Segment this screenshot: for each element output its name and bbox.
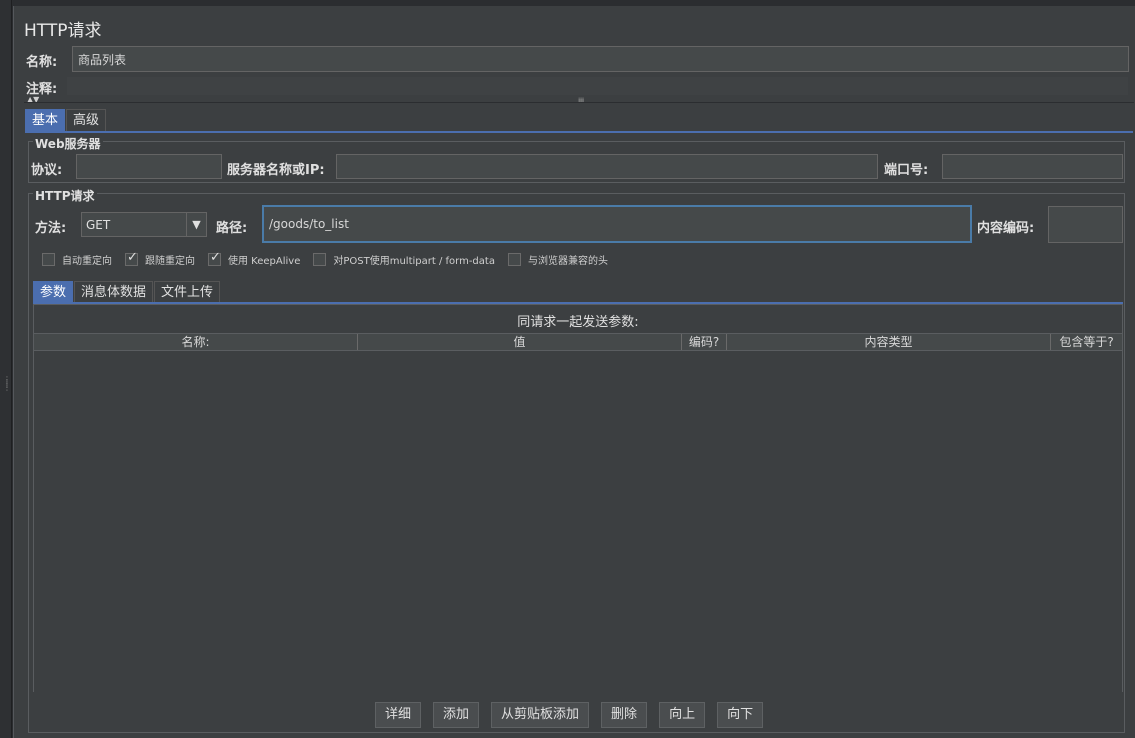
protocol-label: 协议: (31, 163, 63, 178)
sub-tabbar: 参数 消息体数据 文件上传 (33, 281, 221, 303)
checkbox-box[interactable] (507, 253, 521, 266)
method-value: GET (86, 217, 111, 232)
encoding-label: 内容编码: (977, 221, 1035, 236)
move-down-button[interactable]: 向下 (717, 702, 764, 728)
name-label: 名称: (26, 55, 58, 70)
method-select[interactable]: GET ▼ (81, 212, 207, 237)
tab-advanced[interactable]: 高级 (66, 109, 107, 131)
table-body[interactable] (34, 351, 1122, 692)
path-label: 路径: (216, 221, 248, 236)
keepalive-checkbox[interactable]: ✓ 使用 KeepAlive (208, 250, 300, 267)
left-splitter[interactable]: ⋮ ⋮ ⋮ (0, 0, 12, 738)
divider (24, 102, 1134, 103)
tab-parameters[interactable]: 参数 (33, 281, 74, 303)
http-request-title: HTTP请求 (33, 187, 97, 204)
web-server-title: Web服务器 (33, 135, 103, 152)
column-include-equals[interactable]: 包含等于? (1051, 334, 1122, 350)
detail-button[interactable]: 详细 (375, 702, 422, 728)
resize-handle-icon[interactable]: ⁞⁞⁞⁞⁞⁞ (578, 97, 598, 104)
column-content-type[interactable]: 内容类型 (727, 334, 1051, 350)
parameters-caption: 同请求一起发送参数: (517, 315, 639, 330)
tab-underline (25, 131, 1133, 133)
multipart-checkbox[interactable]: 对POST使用multipart / form-data (313, 252, 495, 267)
tab-basic[interactable]: 基本 (25, 109, 66, 131)
server-label: 服务器名称或IP: (227, 163, 325, 178)
browser-headers-checkbox[interactable]: 与浏览器兼容的头 (507, 252, 608, 267)
table-header: 名称: 值 编码? 内容类型 包含等于? (34, 333, 1122, 351)
button-bar: 详细 添加 从剪贴板添加 删除 向上 向下 (375, 702, 775, 728)
server-input[interactable] (336, 154, 878, 179)
tab-body-data[interactable]: 消息体数据 (74, 281, 154, 303)
port-input[interactable] (942, 154, 1123, 179)
check-icon: ✓ (127, 250, 138, 265)
protocol-input[interactable] (76, 154, 222, 179)
name-input[interactable]: 商品列表 (72, 46, 1129, 72)
delete-button[interactable]: 删除 (601, 702, 648, 728)
path-input[interactable]: /goods/to_list (262, 205, 972, 243)
port-label: 端口号: (884, 163, 929, 178)
method-label: 方法: (35, 221, 67, 236)
move-up-button[interactable]: 向上 (659, 702, 706, 728)
panel-title: HTTP请求 (24, 21, 102, 41)
encoding-input[interactable] (1048, 206, 1123, 243)
checkbox-box[interactable] (313, 253, 327, 266)
redirect-auto-checkbox[interactable]: 自动重定向 (42, 252, 112, 267)
parameters-panel: 同请求一起发送参数: 名称: 值 编码? 内容类型 包含等于? (33, 304, 1123, 692)
column-encode[interactable]: 编码? (682, 334, 727, 350)
http-request-panel: HTTP请求 名称: 商品列表 注释: ▲▼ ⁞⁞⁞⁞⁞⁞ 基本 高级 Web服… (13, 6, 1135, 738)
comment-input[interactable] (66, 76, 1129, 96)
check-icon: ✓ (210, 250, 221, 265)
column-value[interactable]: 值 (358, 334, 682, 350)
checkbox-box[interactable] (42, 253, 55, 266)
checkbox-box[interactable]: ✓ (208, 250, 221, 266)
splitter-grip-icon[interactable]: ⋮ ⋮ ⋮ (3, 376, 11, 398)
main-tabbar: 基本 高级 (25, 109, 107, 131)
tab-file-upload[interactable]: 文件上传 (154, 281, 221, 303)
add-button[interactable]: 添加 (433, 702, 480, 728)
checkbox-box[interactable]: ✓ (125, 250, 138, 266)
options-row: 自动重定向 ✓ 跟随重定向 ✓ 使用 KeepAlive 对POST使用mult… (42, 250, 621, 267)
follow-redirect-checkbox[interactable]: ✓ 跟随重定向 (125, 250, 195, 267)
chevron-down-icon[interactable]: ▼ (186, 213, 206, 236)
add-from-clipboard-button[interactable]: 从剪贴板添加 (491, 702, 590, 728)
column-name[interactable]: 名称: (34, 334, 358, 350)
